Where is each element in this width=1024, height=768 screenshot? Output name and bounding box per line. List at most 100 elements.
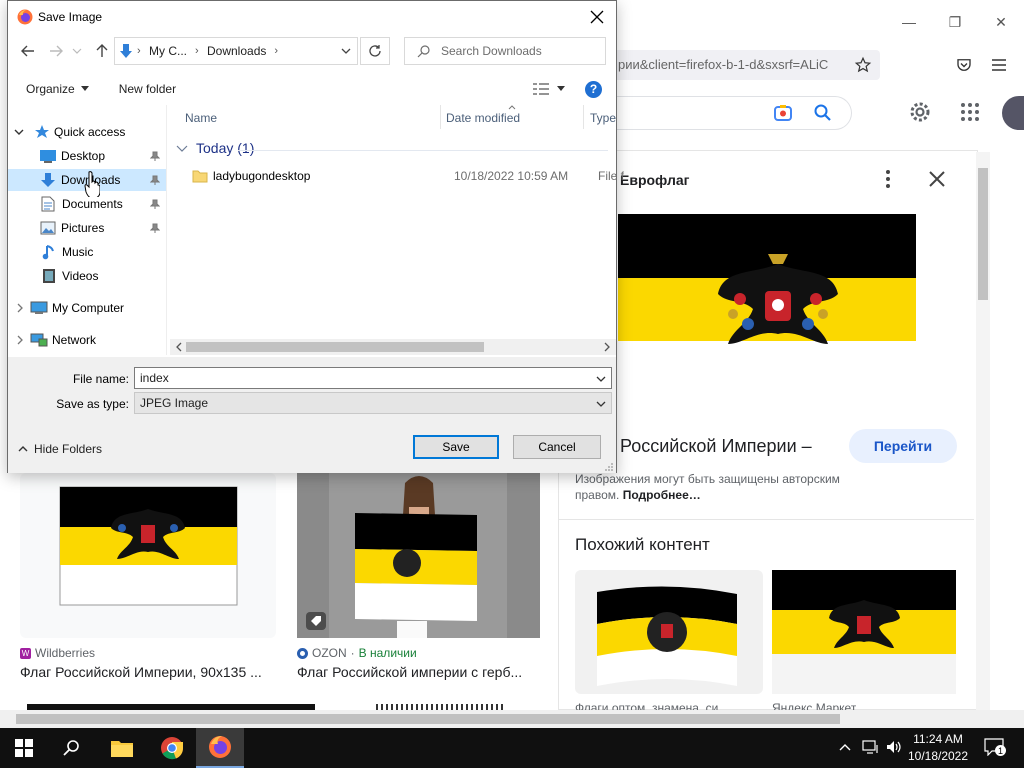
downloads-icon <box>41 173 55 187</box>
cancel-button[interactable]: Cancel <box>513 435 601 459</box>
settings-gear-icon[interactable] <box>908 100 932 124</box>
save-type-select[interactable]: JPEG Image <box>134 392 612 414</box>
maximize-button[interactable]: ❐ <box>932 0 978 44</box>
result-card-image-2[interactable] <box>297 473 540 638</box>
panel-heading[interactable]: Российской Империи – <box>620 436 812 457</box>
save-button[interactable]: Save <box>413 435 499 459</box>
start-button[interactable] <box>0 728 48 768</box>
similar-image-2[interactable] <box>772 570 956 694</box>
organize-menu[interactable]: Organize <box>26 82 89 96</box>
vertical-scrollbar[interactable] <box>976 152 990 712</box>
file-explorer-taskbar-button[interactable] <box>98 728 146 768</box>
result-title-2[interactable]: Флаг Российской империи с герб... <box>297 664 537 680</box>
group-collapse-icon[interactable] <box>176 143 190 155</box>
close-panel-icon[interactable] <box>926 168 948 190</box>
new-folder-button[interactable]: New folder <box>119 82 176 96</box>
preview-flag-image[interactable] <box>618 214 916 404</box>
result-card-image-1[interactable] <box>20 473 276 638</box>
dialog-titlebar[interactable]: Save Image <box>8 1 616 33</box>
chevron-right-icon <box>17 303 23 313</box>
breadcrumb-my-computer[interactable]: My C... <box>149 44 187 58</box>
address-bar[interactable]: › My C... › Downloads › <box>114 37 358 65</box>
taskbar-search-button[interactable] <box>48 728 96 768</box>
organize-label: Organize <box>26 82 75 96</box>
nav-videos[interactable]: Videos <box>8 265 166 287</box>
folder-icon <box>192 170 208 183</box>
sort-up-icon <box>508 105 516 110</box>
column-headers: Name Date modified Type <box>170 105 616 129</box>
file-pane-scrollbar[interactable] <box>170 339 616 355</box>
account-avatar[interactable] <box>1002 96 1024 130</box>
save-image-dialog: Save Image › My C... › Downloads › Searc… <box>7 0 624 473</box>
notification-center-button[interactable]: 1 <box>984 738 1006 758</box>
firefox-icon <box>17 9 33 25</box>
similar-image-1[interactable] <box>575 570 763 694</box>
file-pane-scroll-thumb[interactable] <box>186 342 484 352</box>
goto-button[interactable]: Перейти <box>849 429 957 463</box>
view-options-button[interactable] <box>533 83 565 95</box>
nav-my-computer[interactable]: My Computer <box>8 297 166 319</box>
result-source-2[interactable]: OZON · В наличии <box>297 646 417 660</box>
result-title-1[interactable]: Флаг Российской Империи, 90х135 ... <box>20 664 278 680</box>
column-name[interactable]: Name <box>185 111 217 125</box>
search-downloads-input[interactable]: Search Downloads <box>404 37 606 65</box>
nav-network[interactable]: Network <box>8 329 166 351</box>
chrome-icon <box>161 737 184 760</box>
nav-quick-access[interactable]: Quick access <box>8 121 166 143</box>
bookmark-star-icon[interactable] <box>852 54 874 76</box>
search-icon <box>63 740 79 756</box>
nav-desktop[interactable]: Desktop <box>8 145 166 167</box>
horizontal-scroll-thumb[interactable] <box>16 714 840 724</box>
file-row[interactable]: ladybugondesktop 10/18/2022 10:59 AM Fil… <box>170 165 624 187</box>
nav-label: Music <box>62 245 94 259</box>
horizontal-scrollbar[interactable] <box>0 710 1024 728</box>
nav-pictures[interactable]: Pictures <box>8 217 166 239</box>
system-clock[interactable]: 11:24 AM 10/18/2022 <box>900 731 976 765</box>
lens-camera-icon[interactable] <box>772 102 794 124</box>
learn-more-link[interactable]: Подробнее… <box>623 488 701 502</box>
forward-arrow-icon[interactable] <box>48 43 64 59</box>
minimize-button[interactable]: — <box>886 0 932 44</box>
file-name-input[interactable]: index <box>134 367 612 389</box>
dialog-close-button[interactable] <box>582 5 612 29</box>
search-icon[interactable] <box>812 102 834 124</box>
resize-grip-icon[interactable] <box>604 461 614 471</box>
back-arrow-icon[interactable] <box>20 43 36 59</box>
vertical-scroll-thumb[interactable] <box>978 168 988 300</box>
folder-icon <box>111 741 133 757</box>
show-hidden-icons-chevron-icon[interactable] <box>838 740 852 754</box>
nav-music[interactable]: Music <box>8 241 166 263</box>
up-arrow-icon[interactable] <box>94 43 110 59</box>
pin-icon <box>150 175 160 185</box>
url-bar[interactable]: рии&client=firefox-b-1-d&sxsrf=ALiC <box>600 50 880 80</box>
column-date-modified[interactable]: Date modified <box>446 111 520 125</box>
recent-dropdown-icon[interactable] <box>72 45 82 57</box>
result-source-1[interactable]: W Wildberries <box>20 646 95 660</box>
search-placeholder: Search Downloads <box>441 44 542 58</box>
hide-folders-toggle[interactable]: Hide Folders <box>18 442 102 456</box>
pin-icon <box>150 199 160 209</box>
group-header-today[interactable]: Today (1) <box>196 140 254 156</box>
refresh-button[interactable] <box>360 37 390 65</box>
address-dropdown-icon[interactable] <box>333 38 357 64</box>
more-options-icon[interactable] <box>878 168 898 190</box>
desktop-icon <box>40 150 56 163</box>
column-type[interactable]: Type <box>590 111 616 125</box>
videos-icon <box>43 269 55 283</box>
firefox-taskbar-button[interactable] <box>196 728 244 768</box>
panel-divider <box>559 519 974 520</box>
close-browser-button[interactable]: ✕ <box>978 0 1024 44</box>
network-status-icon[interactable] <box>862 739 880 755</box>
music-icon <box>42 245 54 260</box>
help-button[interactable]: ? <box>585 80 602 98</box>
network-icon <box>30 333 48 347</box>
file-list-pane: Name Date modified Type Today (1) ladybu… <box>170 105 624 355</box>
nav-label: Desktop <box>61 149 106 163</box>
menu-icon[interactable] <box>988 54 1010 76</box>
apps-grid-icon[interactable] <box>960 102 980 122</box>
pin-icon <box>150 223 160 233</box>
group-line <box>238 150 608 151</box>
breadcrumb-downloads[interactable]: Downloads <box>207 44 266 58</box>
chrome-taskbar-button[interactable] <box>148 728 196 768</box>
pocket-icon[interactable] <box>953 54 975 76</box>
